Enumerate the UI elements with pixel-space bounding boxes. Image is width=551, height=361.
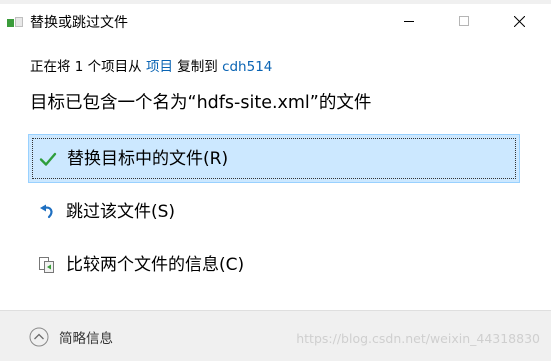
chevron-up-icon [29,327,49,347]
check-icon [39,152,57,166]
compare-option[interactable]: 比较两个文件的信息(C) [28,241,520,290]
copy-middle: 复制到 [172,59,223,75]
copy-progress-text: 正在将 1 个项目从 项目 复制到 cdh514 [30,57,272,77]
close-button[interactable] [496,4,542,38]
destination-link[interactable]: cdh514 [222,59,272,75]
fewer-details-label: 简略信息 [59,331,113,347]
undo-arrow-icon [40,204,53,219]
skip-option[interactable]: 跳过该文件(S) [28,188,520,237]
conflict-headline: 目标已包含一个名为“hdfs-site.xml”的文件 [30,93,372,113]
maximize-icon [459,16,469,26]
replace-option[interactable]: 替换目标中的文件(R) [28,134,520,183]
watermark-url: https://blog.csdn.net/weixin_44318830 [296,331,540,346]
dialog-footer: 简略信息 https://blog.csdn.net/weixin_443188… [0,310,551,361]
minimize-button[interactable] [386,4,432,38]
fewer-details-toggle[interactable]: 简略信息 [29,327,113,347]
window-title: 替换或跳过文件 [30,15,128,31]
replace-option-label: 替换目标中的文件(R) [67,149,229,169]
copy-prefix: 正在将 1 个项目从 [30,59,146,75]
minimize-icon [404,21,414,22]
compare-option-label: 比较两个文件的信息(C) [66,255,245,275]
compare-files-icon [39,257,54,273]
file-copy-icon [7,17,23,27]
source-link[interactable]: 项目 [146,59,173,75]
close-icon [513,15,525,27]
maximize-button[interactable] [441,4,487,38]
skip-option-label: 跳过该文件(S) [66,202,176,222]
